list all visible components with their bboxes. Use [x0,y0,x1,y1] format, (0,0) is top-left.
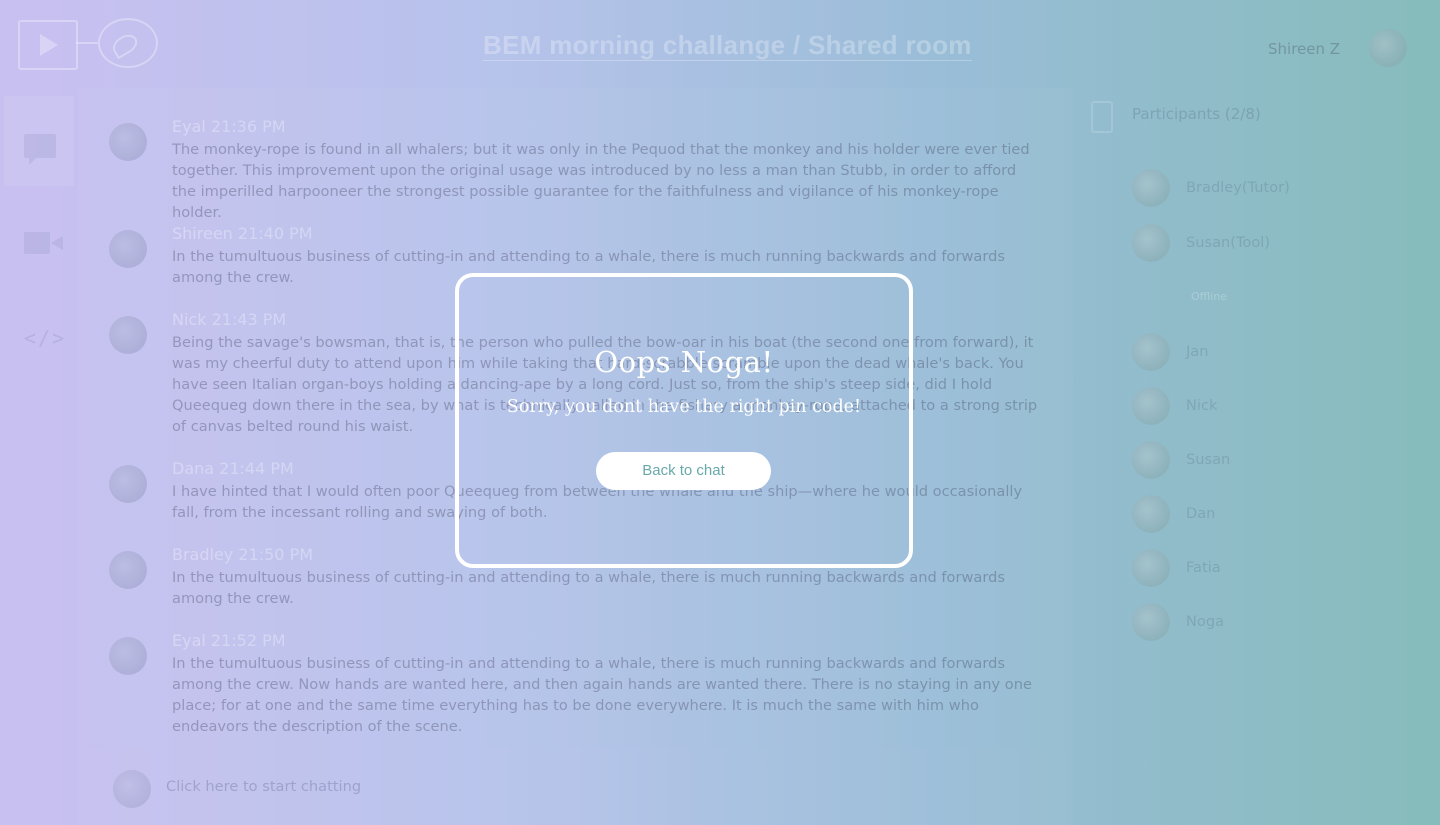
back-to-chat-button[interactable]: Back to chat [596,452,771,490]
modal-overlay: Oops Noga! Sorry, you dont have the righ… [0,0,1440,825]
modal-title: Oops Noga! [594,345,774,379]
error-modal: Oops Noga! Sorry, you dont have the righ… [455,273,913,568]
modal-message: Sorry, you dont have the right pin code! [506,397,862,417]
